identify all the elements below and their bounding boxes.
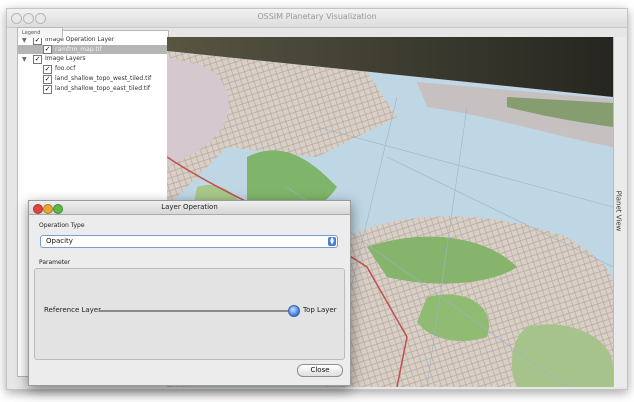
layer-operation-dialog: Layer Operation Operation Type Opacity ▲… xyxy=(28,200,351,386)
legend-item-topo-west[interactable]: land_shallow_topo_west_tiled.tif xyxy=(55,74,151,83)
checkbox-icon[interactable]: ✓ xyxy=(33,55,42,64)
legend-tab[interactable]: Legend xyxy=(17,27,64,38)
planet-view-tab[interactable]: Planet View xyxy=(613,37,626,387)
checkbox-icon[interactable]: ✓ xyxy=(43,85,52,94)
dialog-title: Layer Operation xyxy=(29,201,350,215)
checkbox-icon[interactable]: ✓ xyxy=(43,45,52,54)
expand-arrow-icon[interactable]: ▼ xyxy=(22,56,27,63)
opacity-slider[interactable] xyxy=(99,310,289,312)
slider-right-label: Top Layer xyxy=(303,306,337,314)
checkbox-icon[interactable]: ✓ xyxy=(43,65,52,74)
legend-item-foo-ocf[interactable]: foo.ocf xyxy=(55,64,75,73)
close-dialog-icon[interactable] xyxy=(33,204,43,214)
slider-left-label: Reference Layer xyxy=(44,306,101,314)
legend-item-topo-east[interactable]: land_shallow_topo_east_tiled.tif xyxy=(55,84,150,93)
legend-item-ramfrm-map[interactable]: ramfrm_map.tif xyxy=(55,45,102,54)
window-title: OSSIM Planetary Visualization xyxy=(257,12,377,21)
checkbox-icon[interactable]: ✓ xyxy=(43,75,52,84)
opacity-slider-handle[interactable] xyxy=(288,305,300,317)
minimize-dialog-icon[interactable] xyxy=(43,204,53,214)
planet-view-label: Planet View xyxy=(614,190,623,232)
operation-type-value: Opacity xyxy=(46,237,73,245)
zoom-dialog-icon[interactable] xyxy=(53,204,63,214)
close-button[interactable]: Close xyxy=(297,364,343,377)
parameter-label: Parameter xyxy=(39,259,71,266)
operation-type-label: Operation Type xyxy=(39,222,85,229)
operation-type-select[interactable]: Opacity ▲ ▼ xyxy=(40,235,338,248)
legend-item-image-layers[interactable]: Image Layers xyxy=(45,54,86,63)
window-titlebar: OSSIM Planetary Visualization xyxy=(7,9,627,28)
select-stepper-icon: ▲ ▼ xyxy=(328,237,336,246)
expand-arrow-icon[interactable]: ▼ xyxy=(22,37,27,44)
